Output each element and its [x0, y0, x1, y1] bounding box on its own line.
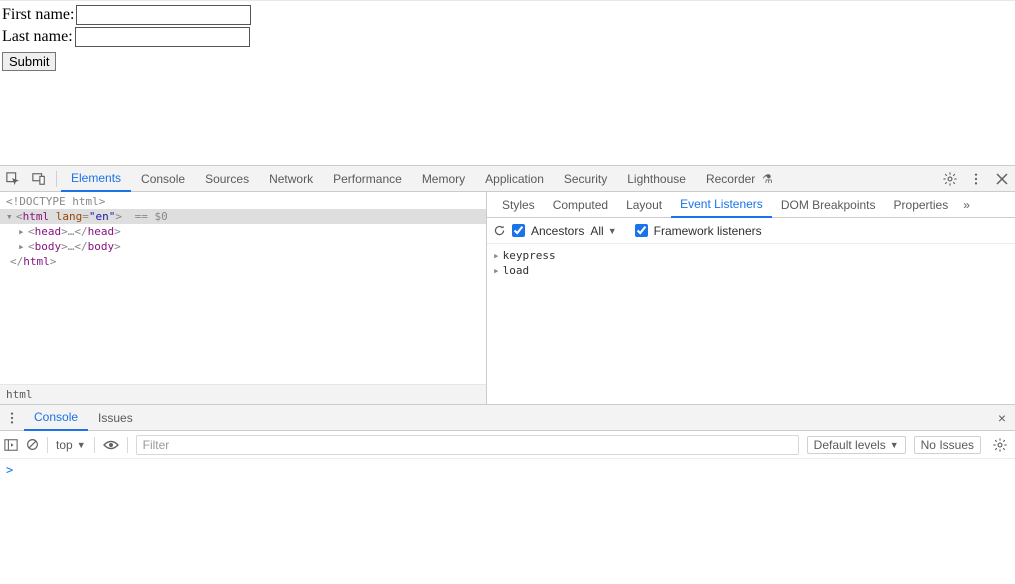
tab-recorder[interactable]: Recorder ⚗ [696, 166, 783, 192]
side-tabs-more-icon[interactable]: » [957, 198, 976, 212]
first-name-row: First name: [2, 5, 1013, 25]
side-tabs: Styles Computed Layout Event Listeners D… [487, 192, 1015, 218]
tab-application[interactable]: Application [475, 166, 554, 192]
ancestors-label: Ancestors [531, 224, 584, 238]
close-drawer-icon[interactable]: × [989, 410, 1015, 426]
tab-elements[interactable]: Elements [61, 166, 131, 192]
dom-tree[interactable]: <!DOCTYPE html> ▾<html lang="en"> == $0 … [0, 192, 486, 384]
dom-html-close[interactable]: </html> [0, 254, 486, 269]
clear-console-icon[interactable] [26, 438, 39, 451]
context-select[interactable]: top ▼ [56, 438, 86, 452]
devtools-main: <!DOCTYPE html> ▾<html lang="en"> == $0 … [0, 192, 1015, 404]
tab-lighthouse[interactable]: Lighthouse [617, 166, 696, 192]
expand-icon[interactable]: ▾ [6, 210, 14, 223]
tab-performance[interactable]: Performance [323, 166, 412, 192]
last-name-input[interactable] [75, 27, 250, 47]
settings-icon[interactable] [937, 166, 963, 192]
ancestors-checkbox[interactable] [512, 224, 525, 237]
side-tab-dom-breakpoints[interactable]: DOM Breakpoints [772, 192, 885, 218]
device-toggle-icon[interactable] [26, 166, 52, 192]
drawer-menu-icon[interactable] [0, 411, 24, 425]
drawer-tab-issues[interactable]: Issues [88, 405, 143, 431]
side-tab-layout[interactable]: Layout [617, 192, 671, 218]
chevron-down-icon: ▼ [608, 226, 617, 236]
tab-security[interactable]: Security [554, 166, 617, 192]
recorder-flask-icon: ⚗ [759, 172, 773, 186]
rendered-page: First name: Last name: Submit [0, 0, 1015, 165]
chevron-down-icon: ▼ [77, 440, 86, 450]
side-tab-properties[interactable]: Properties [885, 192, 958, 218]
separator [127, 437, 128, 453]
expand-icon[interactable]: ▸ [18, 240, 26, 253]
tab-network[interactable]: Network [259, 166, 323, 192]
devtools: Elements Console Sources Network Perform… [0, 165, 1015, 584]
chevron-down-icon: ▼ [890, 440, 899, 450]
issues-pill[interactable]: No Issues [914, 436, 981, 454]
console-prompt: > [6, 463, 13, 477]
drawer-tab-console[interactable]: Console [24, 405, 88, 431]
console-sidebar-toggle-icon[interactable] [4, 438, 18, 452]
listener-list: ▸keypress ▸load [487, 244, 1015, 404]
elements-panel: <!DOCTYPE html> ▾<html lang="en"> == $0 … [0, 192, 487, 404]
last-name-row: Last name: [2, 27, 1013, 47]
side-tab-event-listeners[interactable]: Event Listeners [671, 192, 772, 218]
first-name-label: First name: [2, 6, 74, 24]
live-expression-icon[interactable] [103, 439, 119, 451]
listener-item[interactable]: ▸keypress [493, 248, 1009, 263]
separator [94, 437, 95, 453]
tab-sources[interactable]: Sources [195, 166, 259, 192]
separator [47, 437, 48, 453]
expand-icon[interactable]: ▸ [18, 225, 26, 238]
console-filter-input[interactable] [136, 435, 799, 455]
listener-toolbar: Ancestors All ▼ Framework listeners [487, 218, 1015, 244]
console-settings-icon[interactable] [989, 438, 1011, 452]
scope-select[interactable]: All ▼ [590, 224, 616, 238]
dom-head[interactable]: ▸<head>…</head> [0, 224, 486, 239]
inspect-icon[interactable] [0, 166, 26, 192]
first-name-input[interactable] [76, 5, 251, 25]
kebab-menu-icon[interactable] [963, 166, 989, 192]
log-level-select[interactable]: Default levels ▼ [807, 436, 906, 454]
framework-label: Framework listeners [654, 224, 762, 238]
breadcrumb[interactable]: html [0, 384, 486, 404]
console-drawer-tabs: Console Issues × [0, 405, 1015, 431]
styles-panel: Styles Computed Layout Event Listeners D… [487, 192, 1015, 404]
dom-html-open[interactable]: ▾<html lang="en"> == $0 [0, 209, 486, 224]
framework-checkbox[interactable] [635, 224, 648, 237]
devtools-tabbar: Elements Console Sources Network Perform… [0, 166, 1015, 192]
submit-button[interactable]: Submit [2, 52, 56, 71]
console-body[interactable]: > [0, 459, 1015, 584]
close-devtools-icon[interactable] [989, 166, 1015, 192]
listener-item[interactable]: ▸load [493, 263, 1009, 278]
tab-memory[interactable]: Memory [412, 166, 475, 192]
refresh-icon[interactable] [493, 224, 506, 237]
expand-icon[interactable]: ▸ [493, 249, 500, 262]
console-drawer: Console Issues × top ▼ Defaul [0, 404, 1015, 584]
tab-console[interactable]: Console [131, 166, 195, 192]
console-toolbar: top ▼ Default levels ▼ No Issues [0, 431, 1015, 459]
side-tab-computed[interactable]: Computed [544, 192, 617, 218]
dom-doctype[interactable]: <!DOCTYPE html> [0, 194, 486, 209]
last-name-label: Last name: [2, 28, 73, 46]
expand-icon[interactable]: ▸ [493, 264, 500, 277]
side-tab-styles[interactable]: Styles [493, 192, 544, 218]
separator [56, 171, 57, 187]
dom-body[interactable]: ▸<body>…</body> [0, 239, 486, 254]
